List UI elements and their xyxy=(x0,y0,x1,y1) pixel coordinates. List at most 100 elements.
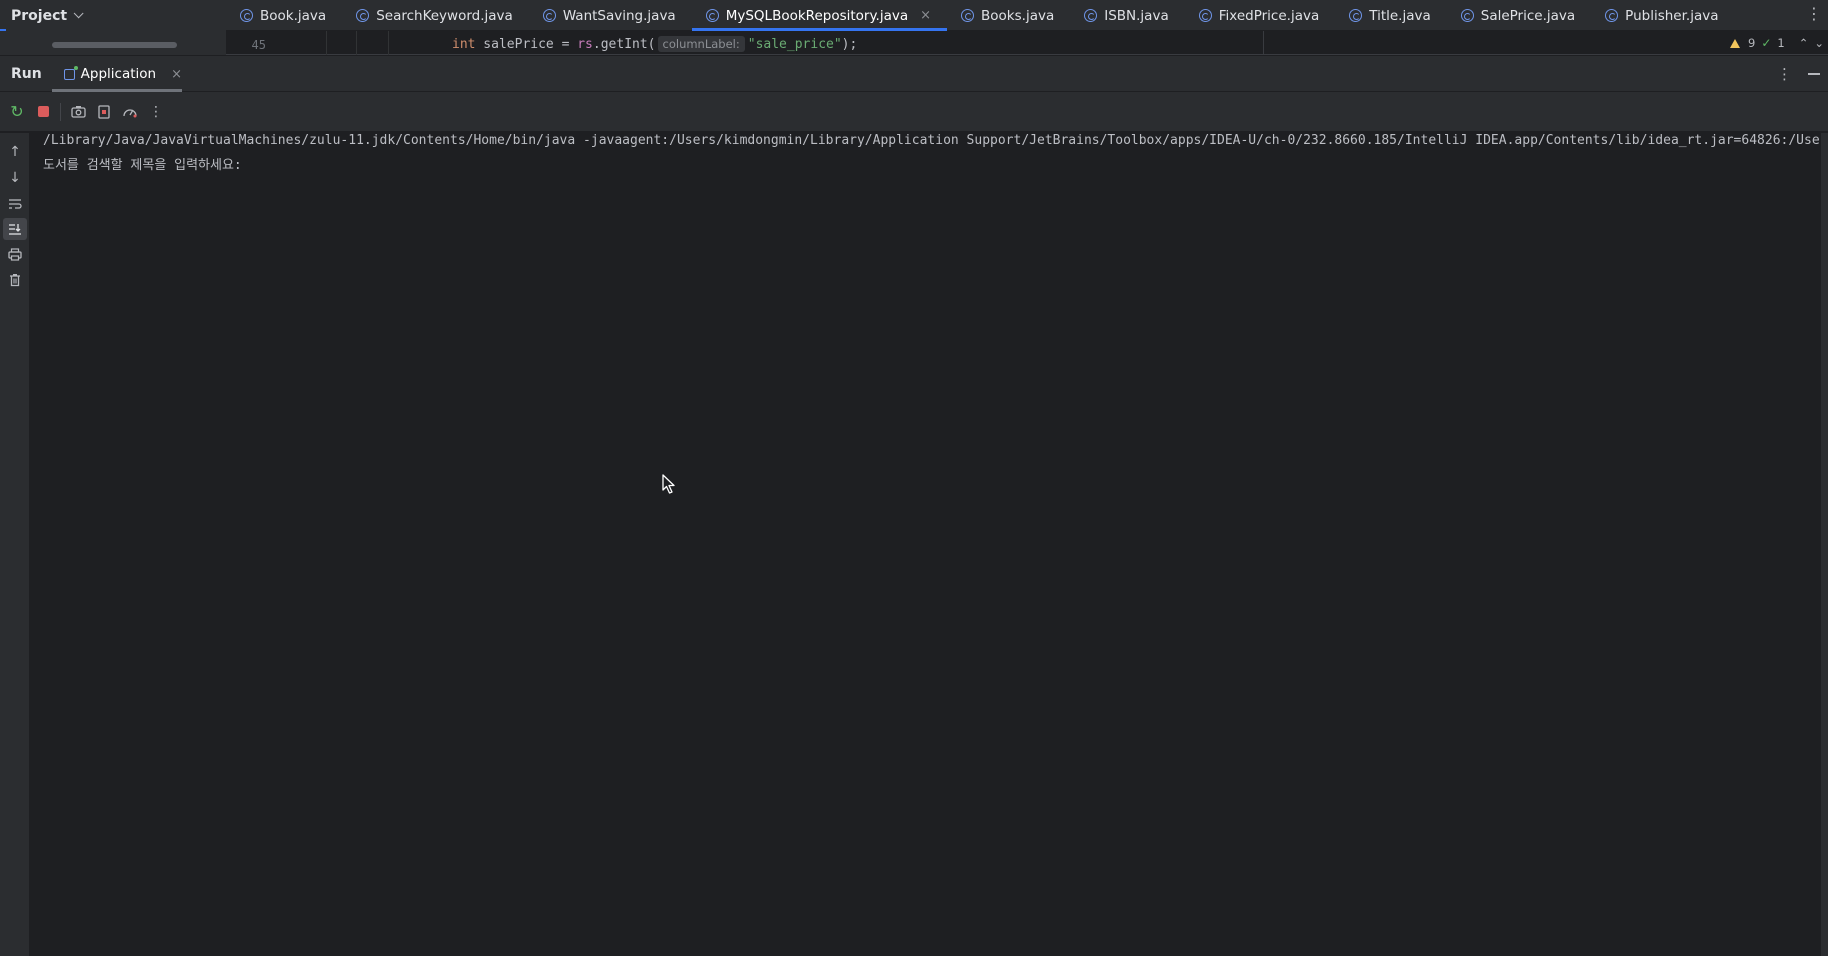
class-icon xyxy=(356,9,370,22)
rerun-button[interactable]: ↻ xyxy=(4,99,30,125)
code-text: salePrice = xyxy=(475,37,578,52)
more-actions-button[interactable]: ⋮ xyxy=(143,99,169,125)
editor-tabs: Book.java SearchKeyword.java WantSaving.… xyxy=(226,0,1808,31)
exit-button[interactable] xyxy=(91,99,117,125)
soft-wrap-button[interactable] xyxy=(3,193,27,215)
code-line[interactable]: int salePrice = rs.getInt(columnLabel: "s… xyxy=(452,31,857,55)
console-vertical-scrollbar[interactable] xyxy=(1821,133,1828,956)
tab-book-java[interactable]: Book.java xyxy=(226,0,342,31)
warnings-count: 9 xyxy=(1748,36,1756,50)
class-icon xyxy=(542,9,556,22)
class-icon xyxy=(1460,9,1474,22)
toolbar-separator xyxy=(60,102,61,121)
tab-label: Title.java xyxy=(1369,7,1431,24)
class-icon xyxy=(961,9,975,22)
close-icon[interactable]: × xyxy=(171,67,182,82)
chevron-down-icon[interactable] xyxy=(73,8,84,19)
chevron-down-icon[interactable]: ⌄ xyxy=(1814,36,1824,50)
line-number: 45 xyxy=(251,38,266,52)
tab-search-keyword-java[interactable]: SearchKeyword.java xyxy=(342,0,529,31)
trash-icon xyxy=(10,274,20,287)
application-icon xyxy=(64,65,78,80)
console-side-toolbar: ↑ ↓ xyxy=(0,133,30,956)
run-title: Run xyxy=(11,66,42,82)
print-button[interactable] xyxy=(3,243,27,265)
clear-all-button[interactable] xyxy=(3,269,27,291)
tab-label: FixedPrice.java xyxy=(1218,7,1320,24)
more-tabs-icon[interactable]: ⋮ xyxy=(1806,4,1822,23)
run-header-actions: ⋮ xyxy=(1777,56,1820,92)
run-toolbar: ↻ ⋮ xyxy=(0,92,1828,132)
class-icon xyxy=(1349,9,1363,22)
tab-application[interactable]: Application × xyxy=(52,56,182,92)
tab-sale-price-java[interactable]: SalePrice.java xyxy=(1447,0,1591,31)
stop-button[interactable] xyxy=(30,99,56,125)
tab-label: Book.java xyxy=(260,7,327,24)
tab-label: Books.java xyxy=(981,7,1055,24)
check-icon: ✓ xyxy=(1761,36,1772,50)
tab-fixed-price-java[interactable]: FixedPrice.java xyxy=(1185,0,1336,31)
tab-label: SearchKeyword.java xyxy=(376,7,513,24)
class-icon xyxy=(240,9,253,22)
printer-icon xyxy=(8,247,22,261)
close-icon[interactable]: × xyxy=(920,8,931,23)
more-icon: ⋮ xyxy=(149,103,163,120)
console-command-line: /Library/Java/JavaVirtualMachines/zulu-1… xyxy=(43,133,1821,148)
horizontal-scrollbar[interactable] xyxy=(52,42,177,48)
class-icon xyxy=(1605,9,1619,22)
class-icon xyxy=(1198,9,1212,22)
indent-guide xyxy=(388,31,389,55)
warning-icon xyxy=(1730,38,1740,48)
camera-icon xyxy=(70,106,86,118)
stop-icon xyxy=(37,106,49,117)
code-text: ); xyxy=(841,37,858,52)
console-prompt-line: 도서를 검색할 제목을 입력하세요: xyxy=(43,158,242,173)
rerun-icon: ↻ xyxy=(10,102,24,121)
profiler-button[interactable] xyxy=(117,99,143,125)
indent-guide xyxy=(356,31,357,55)
arrow-up-icon: ↑ xyxy=(9,144,21,160)
scroll-down-button[interactable]: ↓ xyxy=(3,167,27,189)
tab-label: MySQLBookRepository.java xyxy=(725,7,909,24)
exit-icon xyxy=(98,104,110,119)
tab-publisher-java[interactable]: Publisher.java xyxy=(1591,0,1734,31)
project-panel-scroll-area xyxy=(0,31,226,55)
scroll-up-button[interactable]: ↑ xyxy=(3,141,27,163)
tab-isbn-java[interactable]: ISBN.java xyxy=(1070,0,1185,31)
console-output[interactable]: /Library/Java/JavaVirtualMachines/zulu-1… xyxy=(31,133,1821,956)
minimize-icon[interactable] xyxy=(1808,73,1820,75)
checks-count: 1 xyxy=(1777,36,1785,50)
gauge-icon xyxy=(123,108,137,117)
scroll-to-end-button[interactable] xyxy=(3,218,27,240)
code-text: .getInt( xyxy=(592,37,656,52)
class-icon xyxy=(705,9,719,22)
variable-ref: rs xyxy=(577,37,593,52)
run-tab-label: Application xyxy=(80,66,157,82)
options-menu-icon[interactable]: ⋮ xyxy=(1777,65,1792,83)
parameter-hint: columnLabel: xyxy=(657,36,745,52)
dump-threads-button[interactable] xyxy=(65,99,91,125)
inspection-widget[interactable]: 9 ✓ 1 ⌃ ⌄ xyxy=(1730,31,1824,55)
scroll-to-end-icon xyxy=(9,224,21,235)
top-bar: Project Book.java SearchKeyword.java Wan… xyxy=(0,0,1828,32)
tab-label: ISBN.java xyxy=(1104,7,1169,24)
right-margin-guide xyxy=(1263,31,1264,55)
tab-label: SalePrice.java xyxy=(1480,7,1576,24)
mouse-cursor-icon xyxy=(662,474,675,494)
string-literal: "sale_price" xyxy=(747,37,842,52)
arrow-down-icon: ↓ xyxy=(9,170,21,186)
chevron-up-icon[interactable]: ⌃ xyxy=(1799,36,1809,50)
project-tool-window-header[interactable]: Project xyxy=(0,0,226,31)
class-icon xyxy=(1084,9,1098,22)
keyword: int xyxy=(452,37,476,52)
tab-mysql-book-repository-java[interactable]: MySQLBookRepository.java × xyxy=(691,0,948,31)
tab-label: Publisher.java xyxy=(1625,7,1719,24)
editor-area: 45 int salePrice = rs.getInt(columnLabel… xyxy=(0,31,1828,55)
indent-guide xyxy=(326,31,327,55)
tab-title-java[interactable]: Title.java xyxy=(1335,0,1447,31)
soft-wrap-icon xyxy=(9,199,22,209)
tab-books-java[interactable]: Books.java xyxy=(947,0,1070,31)
tab-label: WantSaving.java xyxy=(562,7,676,24)
tab-want-saving-java[interactable]: WantSaving.java xyxy=(529,0,692,31)
run-tool-window-header: Run Application × ⋮ xyxy=(0,56,1828,92)
